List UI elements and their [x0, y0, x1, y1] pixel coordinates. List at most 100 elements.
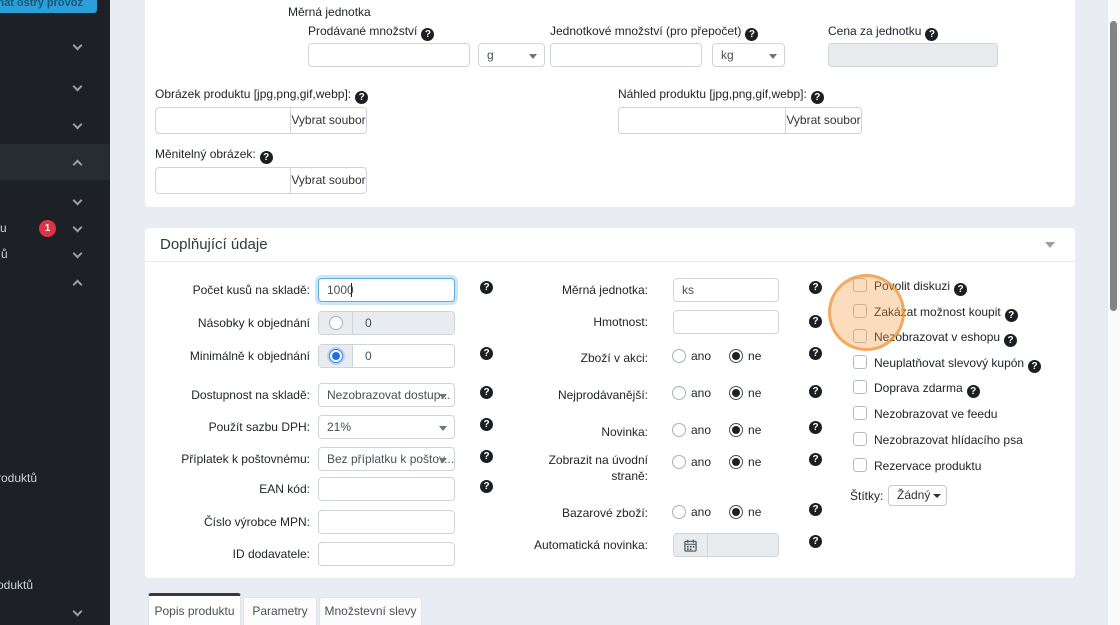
auto-novelty-date-group[interactable] — [673, 533, 779, 557]
help-icon[interactable]: ? — [355, 91, 369, 104]
radio-checked-icon[interactable] — [328, 349, 343, 363]
radio-checked-icon[interactable] — [729, 386, 744, 400]
order-minimum-group[interactable]: 0 — [318, 344, 455, 368]
order-live-mode-button[interactable]: objednat ostrý provoz — [0, 0, 97, 13]
secondhand-radio-group[interactable]: ano ne — [672, 505, 761, 519]
calendar-icon[interactable] — [674, 534, 708, 556]
help-icon[interactable]: ? — [259, 151, 273, 164]
help-icon[interactable]: ? — [480, 418, 493, 431]
radio-checked-icon[interactable] — [729, 349, 744, 363]
radio-checked-icon[interactable] — [729, 455, 744, 469]
disable-purchase-checkbox[interactable] — [853, 304, 867, 318]
help-icon[interactable]: ? — [809, 347, 822, 360]
chevron-down-icon[interactable] — [72, 81, 83, 92]
sold-quantity-input[interactable] — [308, 43, 470, 67]
help-icon[interactable]: ? — [925, 28, 939, 41]
order-multiples-group[interactable]: 0 — [318, 311, 455, 335]
help-icon[interactable]: ? — [809, 535, 822, 548]
help-icon[interactable]: ? — [809, 421, 822, 434]
sidebar-item-label[interactable]: oduktů — [0, 578, 33, 592]
free-shipping-checkbox[interactable] — [853, 380, 867, 394]
no-discount-coupon-checkbox[interactable] — [853, 355, 867, 369]
help-icon[interactable]: ? — [809, 453, 822, 466]
allow-discussion-checkbox[interactable] — [853, 278, 867, 292]
help-icon[interactable]: ? — [1028, 360, 1042, 373]
radio-unchecked-icon[interactable] — [672, 386, 686, 400]
radio-unchecked-icon[interactable] — [672, 423, 686, 437]
product-image-browse-button[interactable]: Vybrat soubor — [290, 107, 367, 134]
chevron-down-icon[interactable] — [72, 606, 83, 617]
hide-watchdog-checkbox[interactable] — [853, 432, 867, 446]
hide-in-eshop-checkbox[interactable] — [853, 329, 867, 343]
product-thumbnail-file-input[interactable] — [618, 107, 786, 134]
sold-quantity-unit-select[interactable]: g — [478, 43, 545, 67]
radio-checked-icon[interactable] — [729, 423, 744, 437]
sidebar-item-label[interactable]: ů — [1, 247, 8, 261]
field-label: Minimálně k objednání — [189, 349, 310, 363]
chevron-down-icon[interactable] — [72, 222, 83, 233]
radio-unchecked-icon[interactable] — [672, 505, 686, 519]
chevron-down-icon[interactable] — [72, 248, 83, 259]
sale-item-radio-group[interactable]: ano ne — [672, 349, 761, 363]
collapse-icon[interactable] — [1045, 242, 1055, 248]
checkbox-label: Neuplatňovat slevový kupón? — [874, 356, 1042, 373]
help-icon[interactable]: ? — [745, 28, 759, 41]
mutable-image-browse-button[interactable]: Vybrat soubor — [290, 167, 367, 194]
measure-unit-input[interactable] — [673, 278, 779, 302]
help-icon[interactable]: ? — [954, 283, 968, 296]
weight-input[interactable] — [673, 310, 779, 334]
unit-quantity-unit-select[interactable]: kg — [712, 43, 785, 67]
chevron-down-icon[interactable] — [72, 119, 83, 130]
homepage-radio-group[interactable]: ano ne — [672, 455, 761, 469]
help-icon[interactable]: ? — [480, 450, 493, 463]
bestseller-radio-group[interactable]: ano ne — [672, 386, 761, 400]
radio-unchecked-icon[interactable] — [328, 316, 343, 330]
product-image-file-input[interactable] — [155, 107, 291, 134]
tab-product-description[interactable]: Popis produktu — [148, 593, 241, 625]
radio-checked-icon[interactable] — [729, 505, 744, 519]
stock-availability-select[interactable]: Nezobrazovat dostup... — [318, 383, 455, 407]
radio-unchecked-icon[interactable] — [672, 349, 686, 363]
help-icon[interactable]: ? — [809, 385, 822, 398]
unit-quantity-input[interactable] — [550, 43, 702, 67]
help-icon[interactable]: ? — [810, 91, 824, 104]
chevron-down-icon[interactable] — [72, 40, 83, 51]
help-icon[interactable]: ? — [809, 315, 822, 328]
novelty-radio-group[interactable]: ano ne — [672, 423, 761, 437]
chevron-down-icon — [769, 54, 777, 59]
sidebar-item-label[interactable]: u — [0, 221, 7, 235]
field-label: EAN kód: — [259, 482, 310, 496]
help-icon[interactable]: ? — [1004, 309, 1018, 322]
hide-in-feed-checkbox[interactable] — [853, 406, 867, 420]
sidebar-active-item[interactable] — [0, 144, 110, 180]
chevron-down-icon[interactable] — [72, 195, 83, 206]
mutable-image-file-input[interactable] — [155, 167, 291, 194]
postage-surcharge-select[interactable]: Bez příplatku k poštov... — [318, 447, 455, 471]
help-icon[interactable]: ? — [809, 281, 822, 294]
ean-code-input[interactable] — [318, 477, 455, 501]
help-icon[interactable]: ? — [480, 347, 493, 360]
vat-rate-select[interactable]: 21% — [318, 415, 455, 439]
stock-count-input[interactable] — [318, 278, 455, 302]
supplier-id-input[interactable] — [318, 542, 455, 566]
product-reservation-checkbox[interactable] — [853, 458, 867, 472]
help-icon[interactable]: ? — [809, 503, 822, 516]
card-header[interactable]: Doplňující údaje — [145, 228, 1075, 262]
help-icon[interactable]: ? — [480, 480, 493, 493]
tab-parameters[interactable]: Parametry — [243, 597, 317, 625]
scrollbar-thumb[interactable] — [1110, 21, 1117, 311]
mpn-number-input[interactable] — [318, 510, 455, 534]
product-thumbnail-browse-button[interactable]: Vybrat soubor — [785, 107, 862, 134]
sidebar-item-label[interactable]: roduktů — [0, 471, 37, 485]
tab-quantity-discounts[interactable]: Množstevní slevy — [319, 597, 422, 625]
help-icon[interactable]: ? — [421, 28, 435, 41]
radio-unchecked-icon[interactable] — [672, 455, 686, 469]
card-title: Doplňující údaje — [160, 236, 268, 253]
help-icon[interactable]: ? — [480, 281, 493, 294]
chevron-up-icon[interactable] — [72, 279, 83, 290]
field-label: ID dodavatele: — [232, 547, 310, 561]
help-icon[interactable]: ? — [1004, 334, 1018, 347]
tags-dropdown-button[interactable]: Žádný — [888, 485, 948, 506]
help-icon[interactable]: ? — [480, 386, 493, 399]
help-icon[interactable]: ? — [966, 385, 980, 398]
